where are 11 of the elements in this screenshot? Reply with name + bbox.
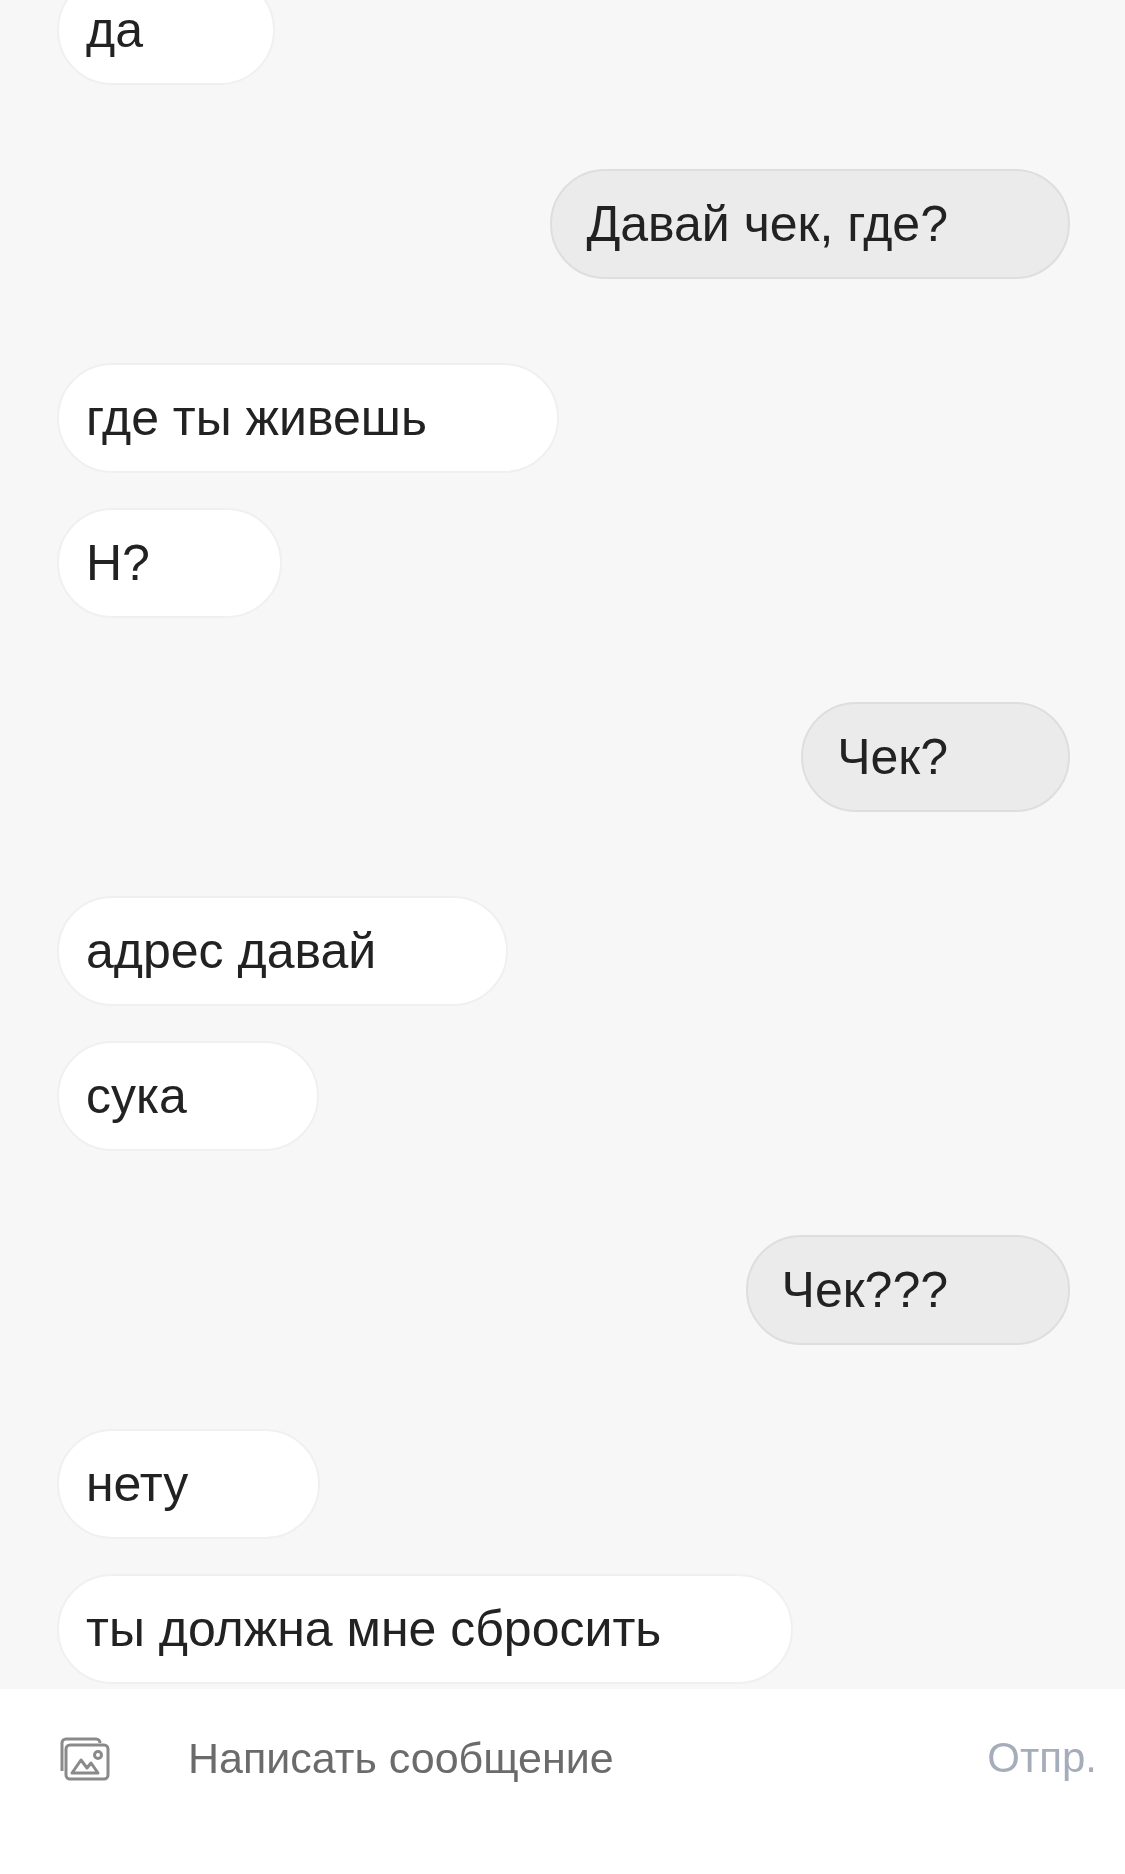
message-bubble: нету: [57, 1429, 321, 1539]
message-bubble: да: [57, 0, 275, 85]
message-bubble: Давай чек, где?: [550, 169, 1070, 279]
message-bubble: Чек?: [801, 702, 1070, 812]
message-bubble: где ты живешь: [57, 363, 559, 473]
message-bubble: сука: [57, 1041, 319, 1151]
message-bubble: адрес давай: [57, 896, 509, 1006]
message-bubble: Н?: [57, 508, 282, 618]
message-input-field[interactable]: Написать сообщение: [188, 1733, 988, 1783]
message-bubble: Чек???: [745, 1235, 1070, 1345]
message-bubble: ты должна мне сбросить: [57, 1574, 794, 1684]
